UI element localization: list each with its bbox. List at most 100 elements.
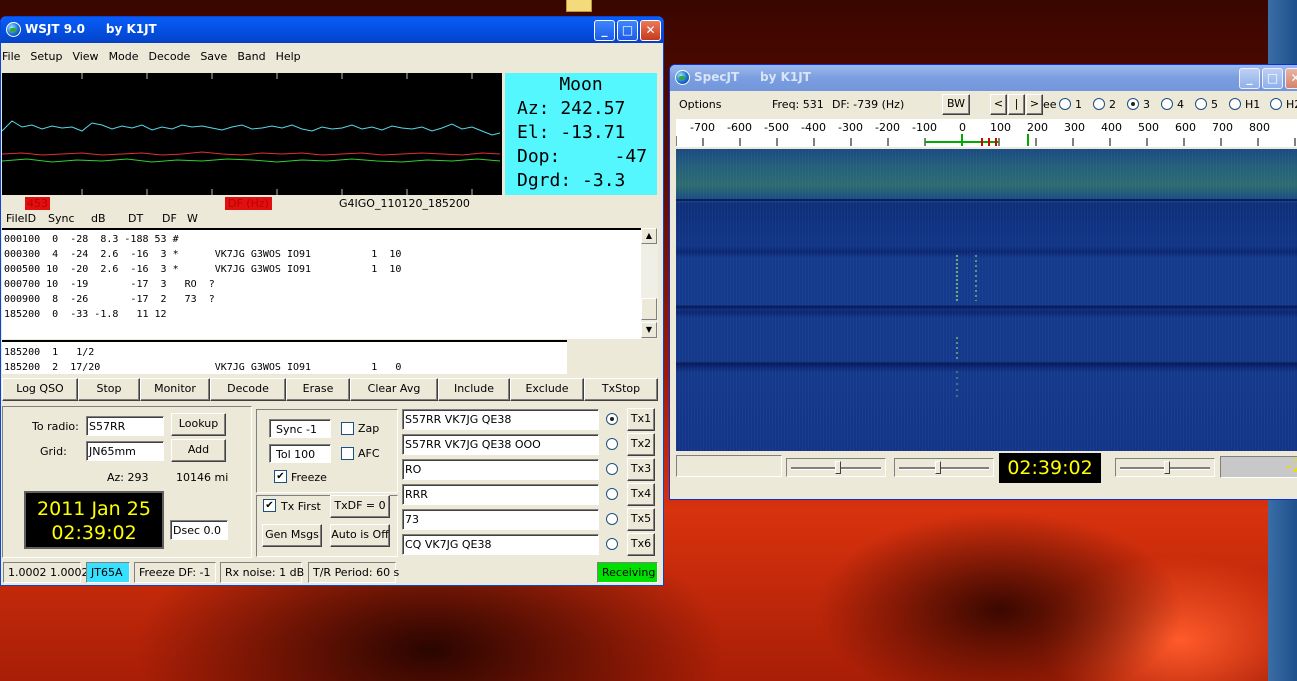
tx3-button[interactable]: Tx3 xyxy=(627,458,655,481)
scroll-thumb[interactable] xyxy=(641,298,657,320)
menu-decode[interactable]: Decode xyxy=(148,47,197,63)
tx6-button[interactable]: Tx6 xyxy=(627,533,655,556)
decode-line: 000700 10 -19 -17 3 RO ? xyxy=(4,279,215,290)
close-icon[interactable]: ✕ xyxy=(640,20,661,41)
clear-avg-button[interactable]: Clear Avg xyxy=(350,378,438,401)
tx5-radio[interactable] xyxy=(606,513,618,525)
marker-453: 453 xyxy=(25,197,50,210)
status-rx-noise: Rx noise: 1 dB xyxy=(220,562,304,583)
decode-line: 000900 8 -26 -17 2 73 ? xyxy=(4,294,215,305)
include-button[interactable]: Include xyxy=(438,378,510,401)
tx1-message[interactable]: S57RR VK7JG QE38 xyxy=(402,409,599,430)
tx4-button[interactable]: Tx4 xyxy=(627,483,655,506)
nav-center-button[interactable]: | xyxy=(1008,94,1025,115)
tx3-radio[interactable] xyxy=(606,463,618,475)
tx6-message[interactable]: CQ VK7JG QE38 xyxy=(402,534,599,555)
globe-icon xyxy=(6,22,21,37)
speed-radio-h1[interactable] xyxy=(1229,98,1241,110)
tx5-button[interactable]: Tx5 xyxy=(627,508,655,531)
wsjt-titlebar[interactable]: WSJT 9.0 by K1JT _ □ ✕ xyxy=(1,17,663,43)
spectrum-plot[interactable] xyxy=(2,73,502,195)
average-text-box[interactable]: 185200 1 1/2 185200 2 17/20 VK7JG G3WOS … xyxy=(2,340,567,374)
sync-spinbox[interactable]: Sync -1 xyxy=(269,419,331,438)
menu-file[interactable]: File xyxy=(1,47,26,63)
gain-slider[interactable] xyxy=(1115,458,1215,477)
tx3-message[interactable]: RO xyxy=(402,459,599,480)
speed-label: ee xyxy=(1043,98,1057,111)
minimize-icon[interactable]: _ xyxy=(594,20,615,41)
globe-icon xyxy=(675,70,690,85)
bw-button[interactable]: BW xyxy=(942,94,970,115)
zap-checkbox[interactable] xyxy=(341,422,354,435)
tx-first-checkbox[interactable]: ✔ xyxy=(263,499,276,512)
gen-msgs-button[interactable]: Gen Msgs xyxy=(262,524,322,547)
dsec-field[interactable]: Dsec 0.0 xyxy=(170,520,228,540)
decode-line: 000100 0 -28 8.3 -188 53 # xyxy=(4,234,179,245)
minimize-icon[interactable]: _ xyxy=(1239,68,1260,89)
tx5-message[interactable]: 73 xyxy=(402,509,599,530)
zap-label: Zap xyxy=(358,422,380,435)
tol-spinbox[interactable]: Tol 100 xyxy=(269,444,331,463)
menu-band[interactable]: Band xyxy=(236,47,271,63)
tx2-button[interactable]: Tx2 xyxy=(627,433,655,456)
decoded-text-box[interactable]: 000100 0 -28 8.3 -188 53 # 000300 4 -24 … xyxy=(2,228,642,339)
moon-doppler: Dop: -47 xyxy=(517,146,648,167)
filename-label: G4IGO_110120_185200 xyxy=(339,197,470,210)
specjt-titlebar[interactable]: SpecJT by K1JT _ □ ✕ xyxy=(670,65,1297,91)
menu-setup[interactable]: Setup xyxy=(29,47,68,63)
grid-input[interactable]: JN65mm xyxy=(86,441,164,461)
add-button[interactable]: Add xyxy=(171,439,226,462)
txdf-button[interactable]: TxDF = 0 xyxy=(330,495,390,518)
tx4-message[interactable]: RRR xyxy=(402,484,599,505)
waterfall-display[interactable] xyxy=(676,149,1297,451)
nav-left-button[interactable]: < xyxy=(990,94,1007,115)
speed-radio-5[interactable] xyxy=(1195,98,1207,110)
specjt-title: SpecJT by K1JT xyxy=(694,70,811,84)
lookup-button[interactable]: Lookup xyxy=(171,413,226,436)
brightness-slider[interactable] xyxy=(786,458,886,477)
speed-radio-2[interactable] xyxy=(1093,98,1105,110)
afc-label: AFC xyxy=(358,447,380,460)
stop-button[interactable]: Stop xyxy=(78,378,140,401)
tx2-radio[interactable] xyxy=(606,438,618,450)
menu-mode[interactable]: Mode xyxy=(108,47,145,63)
tx1-radio[interactable] xyxy=(606,413,618,425)
tx6-radio[interactable] xyxy=(606,538,618,550)
speed-label-4: 4 xyxy=(1177,98,1184,111)
speed-radio-h2[interactable] xyxy=(1270,98,1282,110)
tx2-message[interactable]: S57RR VK7JG QE38 OOO xyxy=(402,434,599,455)
frequency-scale: -700 -600 -500 -400 -300 -200 -100 0 100… xyxy=(676,119,1297,147)
afc-checkbox[interactable] xyxy=(341,447,354,460)
speed-label-3: 3 xyxy=(1143,98,1150,111)
speed-radio-1[interactable] xyxy=(1059,98,1071,110)
nav-right-button[interactable]: > xyxy=(1026,94,1043,115)
log-qso-button[interactable]: Log QSO xyxy=(2,378,78,401)
freeze-checkbox[interactable]: ✔ xyxy=(274,470,287,483)
to-radio-input[interactable]: S57RR xyxy=(86,416,164,436)
auto-button[interactable]: Auto is Off xyxy=(330,524,390,547)
speed-radio-4[interactable] xyxy=(1161,98,1173,110)
options-menu[interactable]: Options xyxy=(679,98,721,111)
maximize-icon[interactable]: □ xyxy=(1262,68,1283,89)
desktop-folder-icon[interactable] xyxy=(566,0,592,12)
exclude-button[interactable]: Exclude xyxy=(510,378,584,401)
speed-radio-3[interactable] xyxy=(1127,98,1139,110)
decode-button[interactable]: Decode xyxy=(210,378,286,401)
close-icon[interactable]: ✕ xyxy=(1285,68,1297,89)
contrast-slider[interactable] xyxy=(894,458,994,477)
azimuth-label: Az: 293 xyxy=(107,471,149,484)
tx4-radio[interactable] xyxy=(606,488,618,500)
menu-view[interactable]: View xyxy=(71,47,104,63)
tx1-button[interactable]: Tx1 xyxy=(627,408,655,431)
scroll-up-icon[interactable]: ▲ xyxy=(641,228,657,244)
speed-label-1: 1 xyxy=(1075,98,1082,111)
menu-save[interactable]: Save xyxy=(199,47,233,63)
scroll-down-icon[interactable]: ▼ xyxy=(641,322,657,338)
decoded-scrollbar[interactable]: ▲ ▼ xyxy=(641,228,658,339)
speed-label-h2: H2 xyxy=(1286,98,1297,111)
erase-button[interactable]: Erase xyxy=(286,378,350,401)
txstop-button[interactable]: TxStop xyxy=(584,378,658,401)
maximize-icon[interactable]: □ xyxy=(617,20,638,41)
menu-help[interactable]: Help xyxy=(275,47,307,63)
monitor-button[interactable]: Monitor xyxy=(140,378,210,401)
